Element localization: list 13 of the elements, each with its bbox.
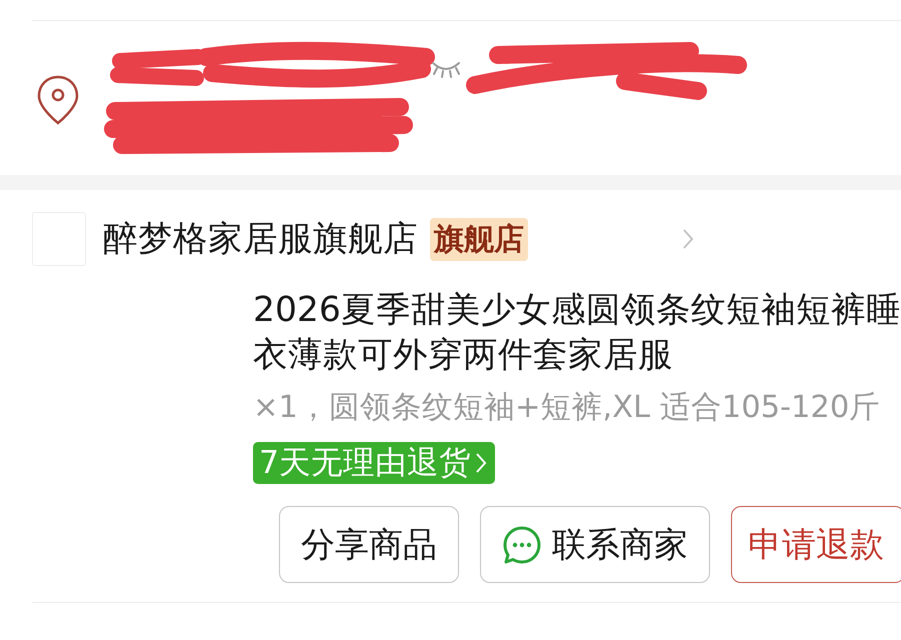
location-pin-icon bbox=[37, 75, 79, 125]
store-type-badge: 旗舰店 bbox=[430, 218, 528, 260]
chevron-right-icon bbox=[475, 452, 488, 474]
store-name[interactable]: 醉梦格家居服旗舰店 bbox=[103, 216, 418, 262]
return-policy-text: 7天无理由退货 bbox=[259, 444, 472, 483]
chat-bubble-icon bbox=[502, 524, 542, 564]
refund-button[interactable]: 申请退款 bbox=[731, 506, 901, 583]
closed-eye-icon bbox=[432, 62, 460, 78]
chevron-right-icon[interactable] bbox=[682, 228, 694, 250]
product-spec: ×1，圆领条纹短袖+短裤,XL 适合105-120斤 bbox=[253, 389, 882, 427]
share-button[interactable]: 分享商品 bbox=[279, 506, 459, 583]
product-title[interactable]: 2026夏季甜美少女感圆领条纹短袖短裤睡衣薄款可外穿两件套家居服 bbox=[253, 288, 901, 378]
contact-button[interactable]: 联系商家 bbox=[480, 506, 710, 583]
